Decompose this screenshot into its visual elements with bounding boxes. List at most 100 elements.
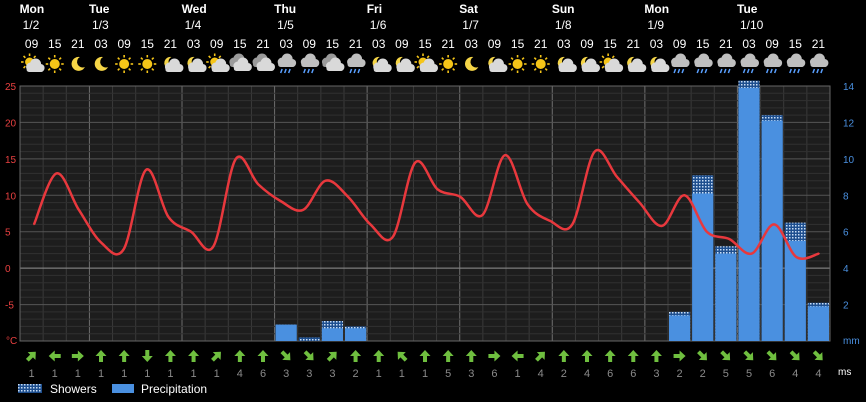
temperature-point: [324, 179, 327, 182]
rain-cloud-icon: [347, 53, 366, 74]
wind-row: 1 1 1 1 1 1 1 1 1 4 6 3 3 3 2 1 1 1 5 3 6 1 4 2 4 6 6 3 2 2 5 5 6 4 4: [25, 350, 823, 380]
hour-label: 03: [279, 37, 293, 51]
wind-speed-label: 2: [677, 368, 683, 380]
precipitation-tick-label: 10: [843, 155, 855, 166]
wind-arrow-icon: [419, 350, 431, 362]
wind-speed-label: 1: [98, 368, 104, 380]
rain-cloud-icon: [786, 53, 806, 74]
wind-speed-label: 1: [422, 368, 428, 380]
day-name: Wed: [182, 2, 207, 16]
wind-speed-label: 2: [353, 368, 359, 380]
hour-label: 15: [696, 37, 710, 51]
temperature-tick-label: 20: [5, 118, 17, 129]
moon-cloud-icon: [627, 56, 647, 72]
temperature-point: [593, 150, 596, 153]
rain-cloud-icon: [740, 53, 759, 74]
wind-speed-label: 1: [75, 368, 81, 380]
date-label: 1/2: [23, 18, 40, 32]
temperature-point: [122, 248, 125, 250]
moon-icon: [465, 56, 479, 71]
day-name: Sat: [459, 2, 478, 16]
wind-arrow-icon: [303, 350, 314, 361]
temperature-point: [549, 219, 551, 222]
precipitation-bar: [715, 253, 737, 341]
temperature-point: [190, 230, 192, 233]
hour-label: 21: [534, 37, 548, 51]
rain-cloud-icon: [671, 53, 690, 74]
precipitation-tick-label: 8: [843, 191, 849, 202]
day-name: Sun: [552, 2, 575, 16]
axis-units: °C mm ms: [6, 336, 860, 378]
wind-arrow-icon: [697, 350, 707, 361]
wind-arrow-icon: [234, 350, 246, 362]
precipitation-bar: [692, 193, 714, 341]
temperature-point: [571, 223, 574, 226]
wind-speed-label: 1: [167, 368, 173, 380]
temperature-point: [526, 203, 529, 205]
precipitation-bar: [669, 315, 691, 341]
date-label: 1/3: [92, 18, 109, 32]
precipitation-tick-label: 6: [843, 228, 849, 239]
day-name: Tue: [89, 2, 110, 16]
precipitation-tick-label: 14: [843, 82, 855, 93]
hour-label: 03: [465, 37, 479, 51]
hour-label: 15: [789, 37, 803, 51]
wind-arrow-icon: [326, 351, 337, 362]
rain-cloud-icon: [300, 53, 320, 74]
legend-precipitation-swatch: [112, 384, 134, 393]
hour-label: 21: [349, 37, 363, 51]
temperature-point: [459, 195, 461, 198]
temperature-point: [392, 236, 394, 238]
temperature-point: [257, 183, 260, 186]
temperature-point: [750, 252, 753, 255]
shower-bar: [298, 337, 320, 341]
wind-arrow-icon: [257, 350, 269, 362]
wind-speed-label: 6: [491, 368, 497, 380]
precipitation-bar: [345, 328, 367, 341]
wind-speed-label: 2: [561, 368, 567, 380]
cloudy-icon: [321, 53, 345, 71]
sun-icon: [508, 55, 527, 73]
hour-label: 09: [765, 37, 779, 51]
hour-label: 03: [372, 37, 386, 51]
wind-arrow-icon: [211, 351, 221, 362]
temperature-tick-label: 15: [5, 155, 17, 166]
temperature-point: [347, 195, 349, 198]
date-label: 1/8: [555, 18, 572, 32]
sun-icon: [138, 55, 157, 73]
precipitation-tick-label: 12: [843, 118, 855, 129]
wind-speed-label: 1: [144, 368, 150, 380]
hour-label: 09: [395, 37, 409, 51]
hour-label: 15: [326, 37, 340, 51]
hour-label: 21: [441, 37, 455, 51]
hour-label: 21: [164, 37, 178, 51]
temperature-point: [212, 245, 215, 248]
wind-speed-label: 4: [538, 368, 544, 380]
hour-label: 15: [48, 37, 62, 51]
wind-arrow-icon: [442, 350, 454, 362]
rain-cloud-icon: [809, 53, 829, 74]
wind-unit-label: ms: [838, 367, 851, 378]
date-label: 1/10: [740, 18, 764, 32]
hour-label: 21: [256, 37, 270, 51]
wind-arrow-icon: [558, 350, 570, 362]
moon-cloud-icon: [395, 56, 415, 72]
temperature-tick-label: 10: [5, 191, 17, 202]
moon-cloud-icon: [580, 56, 600, 72]
temperature-point: [436, 188, 439, 191]
day-names: Mon Tue Wed Thu Fri Sat Sun Mon Tue: [20, 2, 758, 16]
wind-speed-label: 1: [376, 368, 382, 380]
wind-arrow-icon: [720, 350, 731, 361]
hour-label: 03: [557, 37, 571, 51]
wind-speed-label: 1: [515, 368, 521, 380]
wind-arrow-icon: [397, 351, 408, 362]
hour-labels: 09 15 21 03 09 15 21 03 09 15 21 03 09 15 21 03 09 15 21 03…: [25, 37, 826, 51]
date-label: 1/7: [462, 18, 479, 32]
temperature-tick-label: -5: [5, 301, 14, 312]
wind-speed-label: 6: [630, 368, 636, 380]
wind-arrow-icon: [511, 350, 524, 362]
temperature-tick-label: 5: [5, 228, 11, 239]
date-label: 1/5: [277, 18, 294, 32]
temperature-point: [661, 225, 663, 227]
wind-arrow-icon: [71, 350, 84, 362]
